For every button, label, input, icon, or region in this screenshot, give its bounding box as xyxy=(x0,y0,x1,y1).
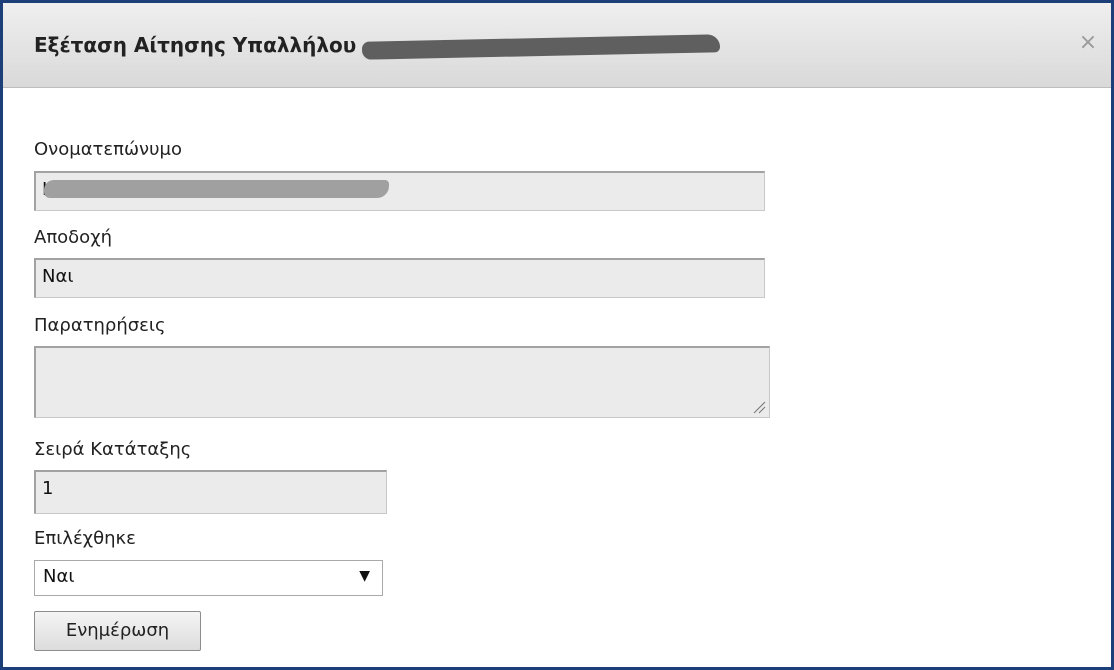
close-icon[interactable]: × xyxy=(1075,30,1101,56)
dialog-titlebar: Εξέταση Αίτησης Υπαλλήλου × xyxy=(3,3,1111,88)
selected-dropdown-value: Ναι xyxy=(43,566,75,587)
update-button[interactable]: Ενημέρωση xyxy=(34,611,201,651)
rank-label: Σειρά Κατάταξης xyxy=(34,439,192,460)
acceptance-label: Αποδοχή xyxy=(34,227,112,248)
notes-textarea[interactable] xyxy=(34,346,770,418)
dialog-title-text: Εξέταση Αίτησης Υπαλλήλου xyxy=(34,33,357,57)
name-label: Ονοματεπώνυμο xyxy=(34,139,182,160)
selected-label: Επιλέχθηκε xyxy=(34,528,136,549)
review-dialog: Εξέταση Αίτησης Υπαλλήλου × Ονοματεπώνυμ… xyxy=(0,0,1114,670)
name-field[interactable]: Ι xyxy=(34,171,765,211)
dialog-title: Εξέταση Αίτησης Υπαλλήλου xyxy=(34,33,721,60)
rank-field[interactable]: 1 xyxy=(34,470,387,514)
notes-label: Παρατηρήσεις xyxy=(34,315,166,336)
resize-handle-icon[interactable] xyxy=(752,400,766,414)
acceptance-field[interactable]: Ναι xyxy=(34,258,765,298)
selected-dropdown[interactable]: Ναι ▼ xyxy=(34,560,383,596)
redacted-title-portion xyxy=(362,33,721,60)
dropdown-arrow-icon: ▼ xyxy=(359,568,370,584)
redacted-name xyxy=(44,180,389,198)
